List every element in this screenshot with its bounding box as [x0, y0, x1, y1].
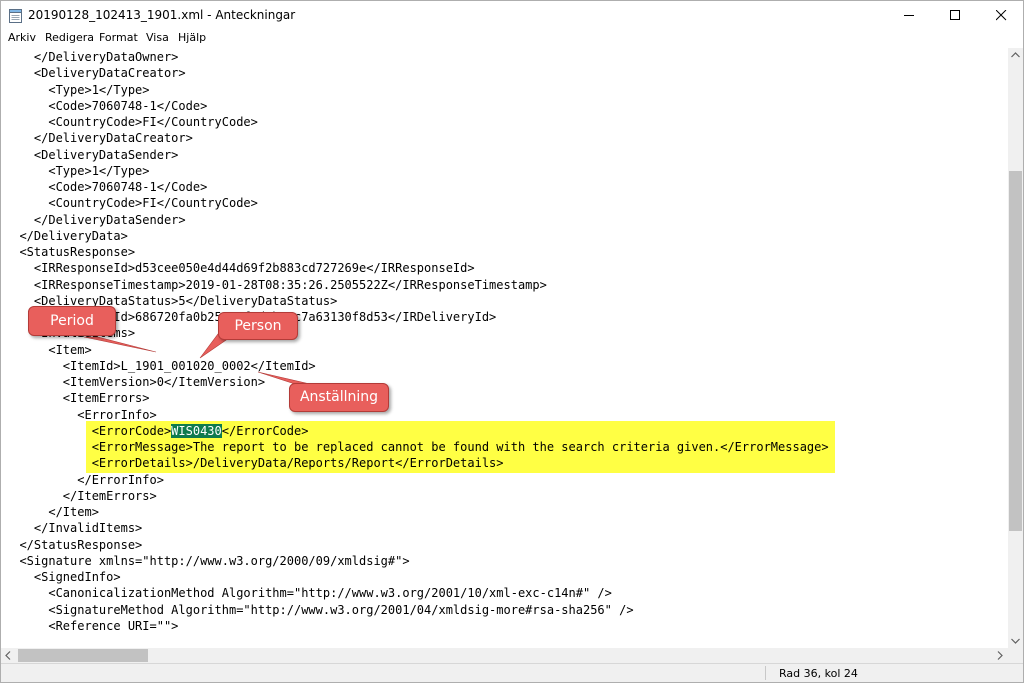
period-leader [83, 336, 157, 353]
callout-leaders [83, 333, 311, 386]
callout-period: Period [28, 306, 116, 336]
callout-anstallning: Anställning [289, 383, 389, 412]
callout-person: Person [218, 312, 298, 340]
